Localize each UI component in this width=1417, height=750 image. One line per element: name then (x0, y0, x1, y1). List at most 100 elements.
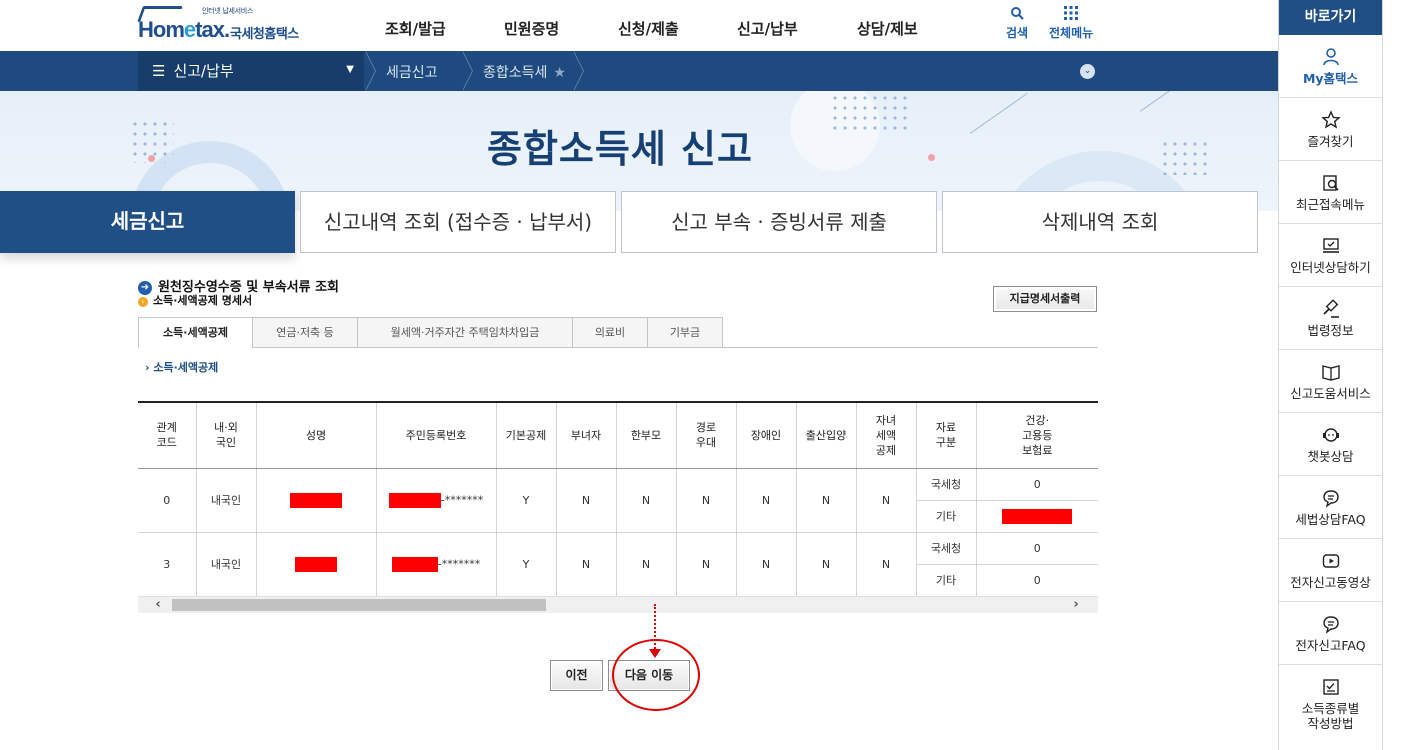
cell-insurance (976, 500, 1098, 533)
cell-child: N (856, 468, 917, 533)
cell-child: N (856, 532, 917, 597)
search-label: 검색 (1006, 26, 1029, 40)
col-women: 부녀자 (556, 401, 617, 469)
cell-insurance: 0 (976, 564, 1098, 597)
hamburger-icon: ☰ (152, 62, 166, 80)
gnb-apply-submit[interactable]: 신청/제출 (618, 18, 679, 39)
chevron-circle-icon: › (138, 297, 148, 307)
subtab-deduction[interactable]: 소득·세액공제 (138, 317, 253, 348)
all-menu-label: 전체메뉴 (1049, 26, 1094, 40)
quick-tax-faq[interactable]: 세법상담FAQ (1279, 476, 1382, 539)
monitor-icon (1322, 238, 1339, 253)
subtab-donation[interactable]: 기부금 (648, 317, 723, 348)
col-birth-adoption: 출산입양 (796, 401, 857, 469)
video-play-icon (1322, 554, 1339, 568)
cell-name (256, 532, 377, 597)
gnb-report-pay[interactable]: 신고/납부 (737, 18, 798, 39)
col-insurance: 건강· 고용등 보험료 (976, 401, 1098, 469)
redaction-block (1002, 508, 1073, 524)
cell-women: N (556, 532, 617, 597)
subtab-monthly-rent[interactable]: 월세액·거주자간 주택임차차입금 (358, 317, 573, 348)
redaction-block (391, 556, 438, 572)
quick-recent-menu[interactable]: 최근접속메뉴 (1279, 161, 1382, 224)
cell-resident-number: -******* (376, 532, 497, 597)
search-icon (1006, 6, 1028, 24)
subtab-pension-savings[interactable]: 연금·저축 등 (253, 317, 358, 348)
cell-disabled: N (736, 532, 797, 597)
redaction-block (290, 492, 342, 508)
quick-chatbot[interactable]: 챗봇상담 (1279, 413, 1382, 476)
cell-basic: Y (496, 468, 557, 533)
col-name: 성명 (256, 401, 377, 469)
search-button[interactable]: 검색 (1006, 6, 1028, 41)
recent-search-icon (1322, 175, 1339, 191)
star-outline-icon (1320, 110, 1341, 129)
headset-icon (1322, 428, 1339, 442)
tab-deleted-history[interactable]: 삭제내역 조회 (942, 191, 1258, 253)
breadcrumb-income-tax[interactable]: 종합소득세 ★ (483, 62, 566, 82)
cell-source: 기타 (916, 564, 977, 597)
prev-button[interactable]: 이전 (550, 660, 603, 691)
chevron-down-icon[interactable]: ⌄ (1080, 64, 1095, 79)
gnb-inquiry-issue[interactable]: 조회/발급 (385, 18, 446, 39)
tab-report-history[interactable]: 신고내역 조회 (접수증 · 납부서) (300, 191, 616, 253)
quick-income-type-guide[interactable]: 소득종류별 작성방법 (1279, 665, 1382, 750)
gnb-counsel-report[interactable]: 상담/제보 (857, 18, 918, 39)
hometax-page: 인터넷 납세서비스 Hometax. 국세청홈택스 조회/발급 민원증명 신청/… (0, 0, 1417, 750)
col-resident-number: 주민등록번호 (376, 401, 497, 469)
cell-code: 0 (138, 468, 197, 533)
quick-income-type-guide-label: 소득종류별 작성방법 (1301, 701, 1360, 731)
cell-elderly: N (676, 468, 737, 533)
page-title: 종합소득세 신고 (487, 127, 753, 171)
quick-efile-faq[interactable]: 전자신고FAQ (1279, 602, 1382, 665)
horizontal-scrollbar[interactable]: ‹ › (138, 596, 1098, 613)
logo-tagline: 인터넷 납세서비스 (202, 7, 254, 15)
chat-bubble-icon (1322, 490, 1339, 508)
book-icon (1321, 365, 1340, 381)
cell-insurance: 0 (976, 468, 1098, 501)
col-data-source: 자료 구분 (916, 401, 977, 469)
gnb-civil-certificate[interactable]: 민원증명 (504, 18, 559, 39)
cell-disabled: N (736, 468, 797, 533)
quick-report-help[interactable]: 신고도움서비스 (1279, 350, 1382, 413)
cell-source: 기타 (916, 500, 977, 533)
subtab-medical[interactable]: 의료비 (573, 317, 648, 348)
quick-online-consult[interactable]: 인터넷상담하기 (1279, 224, 1382, 287)
cell-basic: Y (496, 532, 557, 597)
quick-menu-title: 바로가기 (1279, 0, 1382, 35)
deduction-table: 관계 코드 내·외 국인 성명 주민등록번호 기본공제 부녀자 한부모 경로 우… (138, 401, 1098, 597)
cell-elderly: N (676, 532, 737, 597)
hometax-logo[interactable]: 인터넷 납세서비스 Hometax. 국세청홈택스 (137, 4, 328, 48)
star-icon[interactable]: ★ (553, 65, 566, 81)
tab-attachment-submit[interactable]: 신고 부속 · 증빙서류 제출 (621, 191, 937, 253)
quick-efile-video[interactable]: 전자신고동영상 (1279, 539, 1382, 602)
col-single-parent: 한부모 (616, 401, 677, 469)
location-bar: ☰ 신고/납부 ▼ 세금신고 종합소득세 ★ ⌄ (0, 51, 1278, 91)
col-elderly: 경로 우대 (676, 401, 737, 469)
top-header: 인터넷 납세서비스 Hometax. 국세청홈택스 조회/발급 민원증명 신청/… (0, 0, 1278, 51)
cell-birth: N (796, 468, 857, 533)
quick-law-info[interactable]: 법령정보 (1279, 287, 1382, 350)
quick-menu: 바로가기 My홈택스 즐겨찾기 최근접속메뉴 인터넷상담하기 법령정보 신고도움… (1278, 0, 1383, 750)
quick-my-hometax[interactable]: My홈택스 (1279, 35, 1382, 98)
cell-nationality: 내국인 (196, 532, 257, 597)
checklist-icon (1322, 679, 1339, 695)
breadcrumb-tax-report[interactable]: 세금신고 (386, 62, 438, 82)
all-menu-button[interactable]: 전체메뉴 (1049, 6, 1093, 41)
cell-nationality: 내국인 (196, 468, 257, 533)
cell-source: 국세청 (916, 468, 977, 501)
cell-women: N (556, 468, 617, 533)
chat-bubble-icon (1322, 616, 1339, 634)
scroll-right-icon[interactable]: › (1066, 597, 1086, 614)
tab-tax-report[interactable]: 세금신고 (0, 191, 295, 253)
scrollbar-thumb[interactable] (172, 599, 546, 611)
menu-selector[interactable]: ☰ 신고/납부 ▼ (138, 51, 364, 91)
scroll-left-icon[interactable]: ‹ (148, 597, 168, 614)
table-header-row: 관계 코드 내·외 국인 성명 주민등록번호 기본공제 부녀자 한부모 경로 우… (138, 401, 1098, 469)
quick-favorites[interactable]: 즐겨찾기 (1279, 98, 1382, 161)
redaction-block (388, 492, 441, 508)
print-statement-button[interactable]: 지급명세서출력 (993, 286, 1097, 312)
cell-name (256, 468, 377, 533)
breadcrumb-separator (573, 51, 588, 91)
col-child-credit: 자녀 세액 공제 (856, 401, 917, 469)
